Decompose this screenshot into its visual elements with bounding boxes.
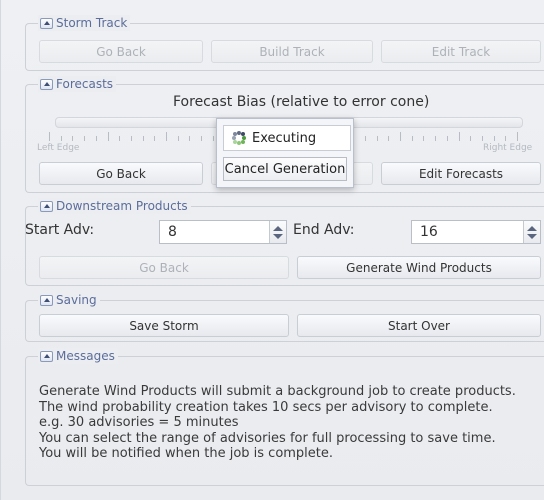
save-storm-button[interactable]: Save Storm bbox=[39, 314, 289, 337]
slider-tick bbox=[423, 136, 425, 141]
slider-tick bbox=[388, 136, 390, 141]
slider-tick bbox=[458, 132, 460, 141]
forecasts-header: Forecasts bbox=[38, 76, 117, 92]
slider-tick bbox=[177, 136, 179, 141]
stepper-down-icon[interactable] bbox=[273, 233, 283, 239]
executing-indicator: Executing bbox=[223, 125, 351, 151]
slider-tick bbox=[376, 136, 378, 141]
collapse-arrow-icon[interactable] bbox=[40, 294, 53, 306]
edit-forecasts-button[interactable]: Edit Forecasts bbox=[381, 162, 541, 185]
downstream-title: Downstream Products bbox=[56, 199, 188, 213]
spinner-dot bbox=[240, 139, 245, 144]
slider-tick bbox=[84, 136, 86, 141]
start-adv-spinner[interactable]: 8 bbox=[159, 220, 287, 244]
forecasts-go-back-button[interactable]: Go Back bbox=[39, 162, 203, 185]
spinner-dot bbox=[237, 141, 241, 145]
cancel-generation-button[interactable]: Cancel Generation bbox=[223, 157, 347, 181]
slider-tick bbox=[95, 136, 97, 141]
collapse-arrow-icon[interactable] bbox=[40, 78, 53, 90]
messages-text: Generate Wind Products will submit a bac… bbox=[39, 384, 544, 462]
stepper-down-icon[interactable] bbox=[527, 233, 537, 239]
executing-label: Executing bbox=[252, 130, 317, 146]
end-adv-value[interactable]: 16 bbox=[420, 224, 438, 240]
end-adv-spinner[interactable]: 16 bbox=[411, 220, 541, 244]
stepper-up-icon[interactable] bbox=[273, 225, 283, 231]
loading-spinner-icon bbox=[232, 131, 246, 145]
message-line: You can select the range of advisories f… bbox=[39, 430, 496, 446]
collapse-arrow-icon[interactable] bbox=[40, 350, 53, 362]
slider-tick bbox=[435, 136, 437, 141]
storm-track-header: Storm Track bbox=[38, 15, 131, 31]
slider-tick bbox=[166, 132, 167, 141]
start-over-button[interactable]: Start Over bbox=[297, 314, 541, 337]
collapse-arrow-icon[interactable] bbox=[40, 17, 53, 29]
message-line: You will be notified when the job is com… bbox=[39, 446, 334, 462]
slider-tick bbox=[154, 136, 156, 141]
edit-track-button[interactable]: Edit Track bbox=[381, 40, 541, 63]
downstream-go-back-button[interactable]: Go Back bbox=[39, 256, 289, 279]
forecast-bias-label: Forecast Bias (relative to error cone) bbox=[173, 94, 430, 110]
messages-title: Messages bbox=[56, 349, 115, 363]
message-line: The wind probability creation takes 10 s… bbox=[39, 399, 493, 415]
storm-track-title: Storm Track bbox=[56, 16, 128, 30]
slider-tick bbox=[446, 136, 448, 141]
start-adv-value[interactable]: 8 bbox=[168, 224, 177, 240]
start-adv-stepper[interactable] bbox=[269, 221, 286, 243]
storm-track-go-back-button[interactable]: Go Back bbox=[39, 40, 203, 63]
slider-tick bbox=[411, 136, 413, 141]
slider-tick bbox=[493, 136, 495, 141]
slider-tick bbox=[517, 132, 518, 141]
slider-tick bbox=[212, 136, 214, 141]
build-track-button[interactable]: Build Track bbox=[211, 40, 373, 63]
forecasts-title: Forecasts bbox=[56, 77, 114, 91]
stepper-up-icon[interactable] bbox=[527, 225, 537, 231]
slider-tick bbox=[189, 136, 191, 141]
slider-tick bbox=[201, 136, 203, 141]
start-adv-label: Start Adv: bbox=[25, 222, 95, 238]
end-adv-stepper[interactable] bbox=[523, 221, 540, 243]
slider-tick bbox=[470, 136, 472, 141]
slider-tick bbox=[364, 136, 366, 141]
slider-tick bbox=[49, 132, 50, 141]
slider-tick bbox=[142, 136, 144, 141]
message-line: Generate Wind Products will submit a bac… bbox=[39, 384, 516, 399]
message-line: e.g. 30 advisories = 5 minutes bbox=[39, 415, 239, 431]
slider-tick bbox=[505, 136, 507, 141]
collapse-arrow-icon[interactable] bbox=[40, 200, 53, 212]
spinner-dot bbox=[232, 136, 236, 140]
storm-panel: Storm Track Go Back Build Track Edit Tra… bbox=[0, 0, 544, 500]
messages-header: Messages bbox=[38, 348, 118, 364]
end-adv-label: End Adv: bbox=[293, 222, 355, 238]
generate-wind-products-button[interactable]: Generate Wind Products bbox=[297, 256, 541, 279]
executing-popup: Executing Cancel Generation bbox=[216, 118, 354, 188]
saving-title: Saving bbox=[56, 293, 97, 307]
slider-tick bbox=[400, 132, 401, 141]
slider-tick bbox=[481, 136, 483, 141]
right-edge-label: Right Edge bbox=[483, 143, 533, 153]
slider-tick bbox=[130, 136, 132, 141]
slider-tick bbox=[60, 136, 62, 141]
slider-tick bbox=[119, 136, 121, 141]
left-edge-label: Left Edge bbox=[37, 143, 80, 153]
saving-header: Saving bbox=[38, 292, 100, 308]
slider-tick bbox=[72, 136, 74, 141]
slider-tick bbox=[107, 132, 109, 141]
downstream-header: Downstream Products bbox=[38, 198, 191, 214]
